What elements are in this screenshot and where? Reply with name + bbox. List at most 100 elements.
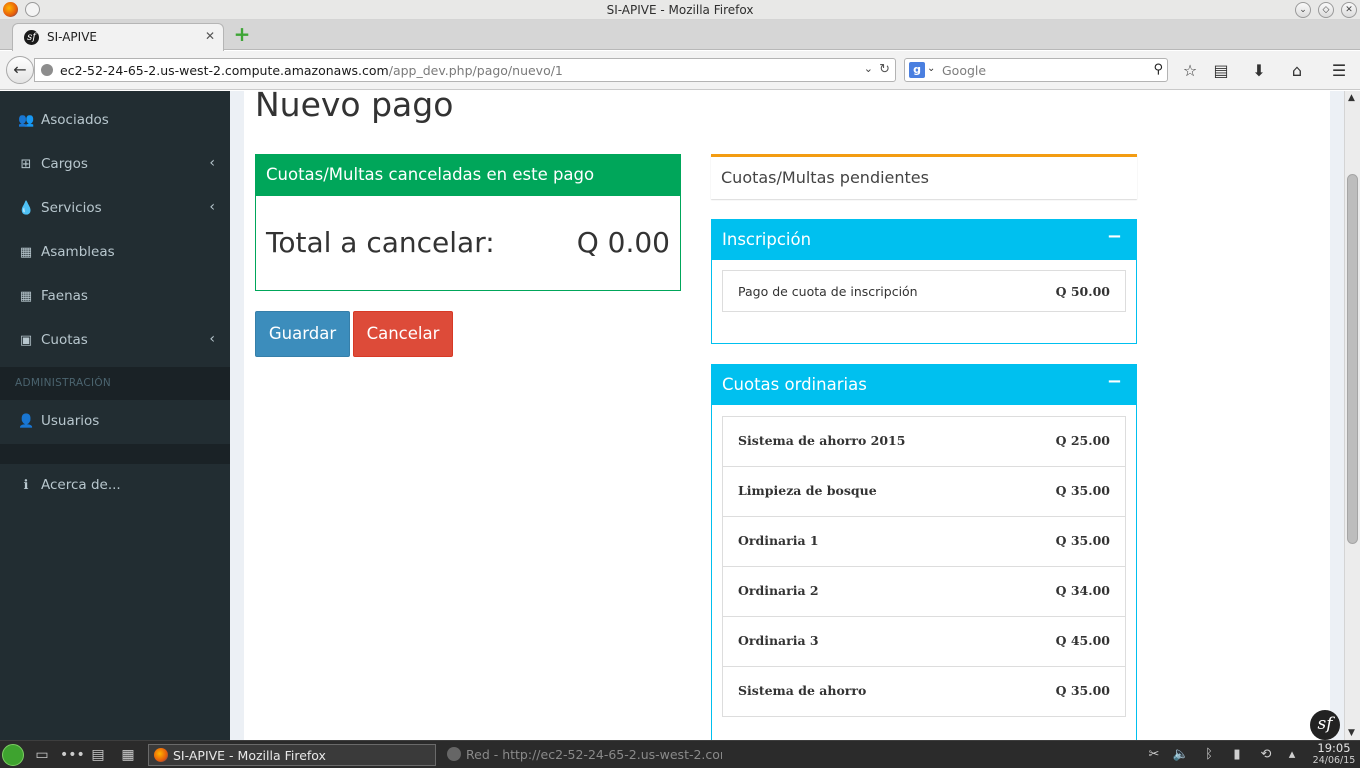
- close-tab-icon[interactable]: ✕: [205, 29, 215, 43]
- page-scrollbar[interactable]: ▲ ▼: [1344, 91, 1360, 740]
- sidebar-item-asociados[interactable]: 👥 Asociados: [0, 99, 230, 143]
- taskbar-task-firefox[interactable]: SI-APIVE - Mozilla Firefox: [148, 744, 436, 766]
- bluetooth-icon[interactable]: ᛒ: [1200, 746, 1218, 764]
- list-item[interactable]: Limpieza de bosque Q 35.00: [722, 466, 1126, 517]
- sidebar: 👥 Asociados ⊞ Cargos ‹ 💧 Servicios ‹ ▦ A…: [0, 91, 230, 740]
- page-title: Nuevo pago: [255, 91, 454, 124]
- url-text[interactable]: ec2-52-24-65-2.us-west-2.compute.amazona…: [60, 63, 563, 78]
- scrollbar-thumb[interactable]: [1347, 174, 1358, 544]
- bookmark-star-icon[interactable]: ☆: [1179, 60, 1201, 82]
- collapse-minus-icon[interactable]: −: [1107, 371, 1122, 392]
- sidebar-item-label: Cargos: [41, 156, 88, 172]
- close-window-button[interactable]: ✕: [1341, 2, 1357, 18]
- total-label: Total a cancelar:: [266, 226, 495, 259]
- tab-label: SI-APIVE: [47, 30, 97, 44]
- site-identity-icon[interactable]: [41, 64, 53, 76]
- group-box-header[interactable]: Inscripción −: [712, 220, 1136, 260]
- item-name: Limpieza de bosque: [738, 483, 877, 498]
- item-amount: Q 35.00: [1055, 483, 1110, 498]
- battery-icon[interactable]: ▮: [1228, 746, 1246, 764]
- os-taskbar: ▭ ••• ▤ ▦ SI-APIVE - Mozilla Firefox Red…: [0, 740, 1360, 768]
- sidebar-item-acerca[interactable]: ℹ Acerca de...: [0, 464, 230, 508]
- page-viewport: 👥 Asociados ⊞ Cargos ‹ 💧 Servicios ‹ ▦ A…: [0, 91, 1344, 740]
- sidebar-item-usuarios[interactable]: 👤 Usuarios: [0, 400, 230, 444]
- new-tab-button[interactable]: +: [233, 24, 251, 44]
- item-name: Pago de cuota de inscripción: [738, 284, 918, 299]
- item-name: Sistema de ahorro: [738, 683, 867, 698]
- home-icon[interactable]: ⌂: [1286, 60, 1308, 82]
- chevron-left-icon: ‹: [209, 155, 215, 171]
- sitemap-icon: ⊞: [20, 157, 32, 172]
- pending-items-box: Cuotas/Multas pendientes: [711, 154, 1137, 199]
- navigation-toolbar: ← ec2-52-24-65-2.us-west-2.compute.amazo…: [0, 51, 1360, 90]
- list-item[interactable]: Ordinaria 2 Q 34.00: [722, 566, 1126, 617]
- group-box-title: Cuotas ordinarias: [722, 375, 867, 394]
- save-button[interactable]: Guardar: [255, 311, 350, 357]
- collapse-minus-icon[interactable]: −: [1107, 226, 1122, 247]
- group-box-title: Inscripción: [722, 230, 812, 249]
- sidebar-item-cuotas[interactable]: ▣ Cuotas ‹: [0, 319, 230, 363]
- downloads-icon[interactable]: ⬇: [1248, 60, 1270, 82]
- list-item[interactable]: Pago de cuota de inscripción Q 50.00: [722, 270, 1126, 312]
- scroll-up-icon[interactable]: ▲: [1348, 93, 1355, 103]
- search-input[interactable]: g ⌄ Google ⚲: [904, 58, 1168, 82]
- symfony-toolbar-icon[interactable]: sf: [1310, 710, 1340, 740]
- reading-list-icon[interactable]: ▤: [1210, 60, 1232, 82]
- list-item[interactable]: Ordinaria 1 Q 35.00: [722, 516, 1126, 567]
- workspace-switcher-icon[interactable]: ▤: [88, 745, 108, 765]
- users-icon: 👥: [18, 113, 35, 128]
- sidebar-item-asambleas[interactable]: ▦ Asambleas: [0, 231, 230, 275]
- clock-date: 24/06/15: [1312, 755, 1356, 766]
- desktop-icon[interactable]: ▭: [32, 745, 52, 765]
- app-launcher-icon[interactable]: ▦: [118, 745, 138, 765]
- url-history-dropdown-icon[interactable]: ⌄: [864, 62, 873, 75]
- item-amount: Q 35.00: [1055, 533, 1110, 548]
- url-host: ec2-52-24-65-2.us-west-2.compute.amazona…: [60, 63, 389, 78]
- search-engine-icon[interactable]: g: [909, 62, 925, 78]
- scroll-down-icon[interactable]: ▼: [1348, 728, 1355, 738]
- tools-icon[interactable]: ✂: [1145, 746, 1163, 764]
- group-box-cuotas-ordinarias: Cuotas ordinarias − Sistema de ahorro 20…: [711, 364, 1137, 740]
- list-item[interactable]: Sistema de ahorro 2015 Q 25.00: [722, 416, 1126, 467]
- reload-icon[interactable]: ↻: [879, 62, 890, 77]
- sidebar-item-faenas[interactable]: ▦ Faenas: [0, 275, 230, 319]
- taskbar-task-red[interactable]: Red - http://ec2-52-24-65-2.us-west-2.co…: [442, 744, 722, 766]
- list-item[interactable]: Sistema de ahorro Q 35.00: [722, 666, 1126, 717]
- search-go-icon[interactable]: ⚲: [1153, 62, 1163, 77]
- sidebar-item-label: Asambleas: [41, 244, 115, 260]
- item-name: Ordinaria 3: [738, 633, 819, 648]
- item-amount: Q 35.00: [1055, 683, 1110, 698]
- money-icon: ▣: [19, 333, 33, 348]
- info-icon: ℹ: [23, 478, 29, 493]
- group-box-header[interactable]: Cuotas ordinarias −: [712, 365, 1136, 405]
- tab-si-apive[interactable]: sf SI-APIVE ✕: [12, 23, 224, 51]
- sidebar-item-cargos[interactable]: ⊞ Cargos ‹: [0, 143, 230, 187]
- paid-items-box: Cuotas/Multas canceladas en este pago To…: [255, 154, 681, 291]
- total-value: Q 0.00: [576, 226, 670, 259]
- sidebar-item-label: Faenas: [41, 288, 88, 304]
- sidebar-item-servicios[interactable]: 💧 Servicios ‹: [0, 187, 230, 231]
- menu-hamburger-icon[interactable]: ☰: [1328, 60, 1350, 82]
- maximize-button[interactable]: ◇: [1318, 2, 1334, 18]
- group-item-list: Sistema de ahorro 2015 Q 25.00 Limpieza …: [722, 416, 1126, 717]
- chevron-down-icon[interactable]: ⌄: [927, 63, 935, 74]
- network-icon[interactable]: ⟲: [1257, 746, 1275, 764]
- item-amount: Q 34.00: [1055, 583, 1110, 598]
- item-amount: Q 50.00: [1055, 284, 1110, 299]
- calendar-icon: ▦: [19, 289, 33, 304]
- cancel-button[interactable]: Cancelar: [353, 311, 453, 357]
- item-amount: Q 25.00: [1055, 433, 1110, 448]
- volume-icon[interactable]: 🔈: [1172, 746, 1190, 764]
- search-placeholder: Google: [942, 63, 987, 78]
- taskbar-task-label: Red - http://ec2-52-24-65-2.us-west-2.co…: [466, 747, 722, 762]
- start-menu-icon[interactable]: [2, 744, 24, 766]
- tray-expand-icon[interactable]: ▴: [1283, 746, 1301, 764]
- back-button[interactable]: ←: [6, 56, 34, 84]
- more-apps-icon[interactable]: •••: [60, 745, 85, 765]
- group-item-list: Pago de cuota de inscripción Q 50.00: [722, 270, 1126, 312]
- minimize-button[interactable]: ⌄: [1295, 2, 1311, 18]
- clock[interactable]: 19:05 24/06/15: [1310, 742, 1358, 767]
- list-item[interactable]: Ordinaria 3 Q 45.00: [722, 616, 1126, 667]
- group-box-inscripcion: Inscripción − Pago de cuota de inscripci…: [711, 219, 1137, 344]
- url-bar[interactable]: ec2-52-24-65-2.us-west-2.compute.amazona…: [34, 58, 896, 82]
